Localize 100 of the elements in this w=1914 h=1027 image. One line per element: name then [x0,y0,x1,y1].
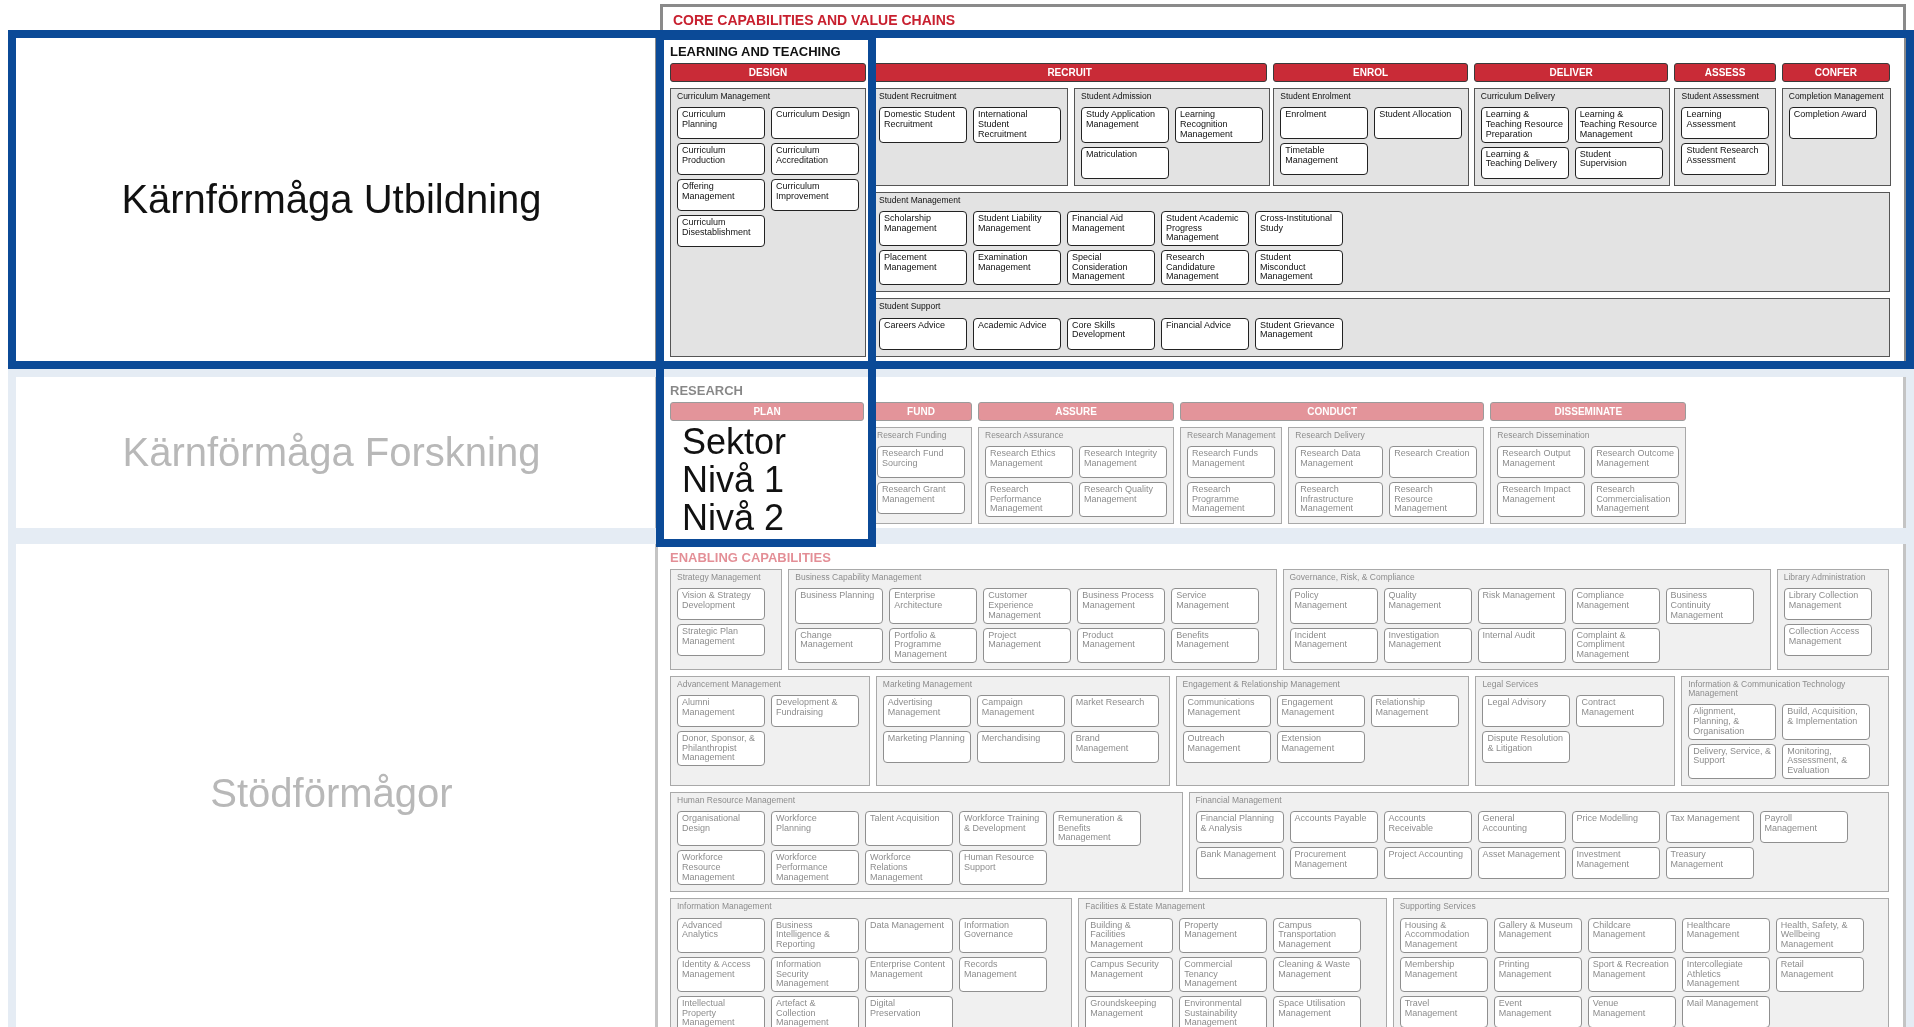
capability-item: Research Resource Management [1389,481,1478,517]
capability-item: Alignment, Planning, & Organisation [1688,704,1777,740]
group-title: Human Resource Management [677,795,797,805]
capability-item: Intercollegiate Athletics Management [1681,956,1770,992]
group-title: Financial Management [1195,795,1283,805]
capability-item: Space Utilisation Management [1273,995,1362,1027]
capability-item: Market Research [1070,695,1159,727]
capability-item: Marketing Planning [882,731,971,763]
capability-item: Research Integrity Management [1079,445,1167,478]
legend-text: Nivå 1 [682,460,786,499]
capability-item: Campaign Management [976,695,1065,727]
capability-item: Learning & Teaching Delivery [1480,146,1569,179]
capability-item: Risk Management [1477,588,1566,624]
capability-item: Research Creation [1389,445,1478,478]
capability-item: Advertising Management [882,695,971,727]
capability-item: Sport & Recreation Management [1587,956,1676,992]
capability-item: Mail Management [1681,995,1770,1027]
capability-item: Retail Management [1775,956,1864,992]
capability-item: Contract Management [1576,695,1665,727]
capability-item: Student Academic Progress Management [1161,210,1249,246]
capability-item: Tax Management [1665,811,1754,843]
capability-item: Domestic Student Recruitment [879,107,967,143]
group-title: Student Enrolment [1280,92,1352,102]
capability-item: Learning Assessment [1681,107,1770,140]
capability-item: Placement Management [879,250,967,286]
capability-item: Financial Aid Management [1067,210,1155,246]
capability-item: Event Management [1493,995,1582,1027]
capability-item: Investment Management [1571,847,1660,879]
capability-item: Accounts Payable [1289,811,1378,843]
capability-item: Research Grant Management [877,481,965,514]
capability-item: Customer Experience Management [983,588,1072,624]
capability-item: Artefact & Collection Management [771,995,859,1027]
capability-item: Business Planning [795,588,884,624]
capability-item: Research Output Management [1497,445,1586,478]
capability-item: Asset Management [1477,847,1566,879]
group-title: Student Management [879,195,962,205]
capability-item: Organisational Design [677,811,765,847]
domain-label: Stödförmågor [210,770,453,816]
capability-item: Procurement Management [1289,847,1378,879]
capability-item: Enterprise Architecture [889,588,978,624]
capability-item: Research Funds Management [1187,445,1275,478]
capability-item: Workforce Resource Management [677,850,765,886]
capability-item: Identity & Access Management [677,956,765,992]
section-title: LEARNING AND TEACHING [670,44,842,59]
group-title: Research Dissemination [1497,430,1591,440]
legend-text: Nivå 2 [682,498,786,537]
capability-item: Research Programme Management [1187,481,1275,517]
capability-item: Human Resource Support [959,850,1047,886]
capability-item: International Student Recruitment [973,107,1061,143]
section-title: ENABLING CAPABILITIES [670,550,832,565]
capability-item: Research Data Management [1295,445,1384,478]
capability-item: Travel Management [1399,995,1488,1027]
capability-item: Extension Management [1276,731,1365,763]
capability-item: Talent Acquisition [865,811,953,847]
capability-item: Timetable Management [1280,143,1369,176]
group-title: Student Admission [1081,92,1153,102]
capability-item: Cleaning & Waste Management [1273,956,1362,992]
group-title: Marketing Management [882,679,974,689]
group-title: Facilities & Estate Management [1085,902,1206,912]
capability-item: Cross-Institutional Study [1255,210,1343,246]
capability-item: Treasury Management [1665,847,1754,879]
capability-item: Research Impact Management [1497,481,1586,517]
capability-item: Business Process Management [1077,588,1166,624]
capability-item: Campus Security Management [1085,956,1174,992]
capability-item: Data Management [865,917,953,953]
group-title: Legal Services [1482,679,1540,689]
capability-item: Monitoring, Assessment, & Evaluation [1782,743,1871,779]
capability-item: Childcare Management [1587,917,1676,953]
group-title: Research Assurance [985,430,1065,440]
capability-item: Quality Management [1383,588,1472,624]
capability-item: Brand Management [1070,731,1159,763]
capability-item: Communications Management [1182,695,1271,727]
capability-item: Build, Acquisition, & Implementation [1782,704,1871,740]
stage-banner: PLAN [670,401,864,421]
group-title: Curriculum Management [677,92,772,102]
stage-banner: CONDUCT [1180,401,1485,421]
capability-item: Completion Award [1788,107,1877,140]
capability-item: Commercial Tenancy Management [1179,956,1268,992]
capability-item: Student Supervision [1574,146,1663,179]
capability-item: Business Continuity Management [1665,588,1754,624]
capability-item: Internal Audit [1477,627,1566,663]
group-title: Information Management [677,902,773,912]
capability-item: Investigation Management [1383,627,1472,663]
capability-item: Financial Planning & Analysis [1195,811,1284,843]
capability-item: Groundskeeping Management [1085,995,1174,1027]
group-title: Curriculum Delivery [1480,92,1556,102]
capability-item: Dispute Resolution & Litigation [1482,731,1571,763]
capability-item: Records Management [959,956,1047,992]
capability-item: Payroll Management [1759,811,1848,843]
capability-item: Vision & Strategy Development [677,588,765,621]
capability-item: Research Fund Sourcing [877,445,965,478]
capability-item: Benefits Management [1171,627,1260,663]
capability-item: Environmental Sustainability Management [1179,995,1268,1027]
capability-item: Research Performance Management [985,481,1073,517]
capability-item: Student Allocation [1374,107,1463,140]
capability-item: Accounts Receivable [1383,811,1472,843]
capability-item: Portfolio & Programme Management [889,627,978,663]
capability-item: Learning & Teaching Resource Management [1574,107,1663,143]
capability-item: Special Consideration Management [1067,250,1155,286]
capability-item: Merchandising [976,731,1065,763]
